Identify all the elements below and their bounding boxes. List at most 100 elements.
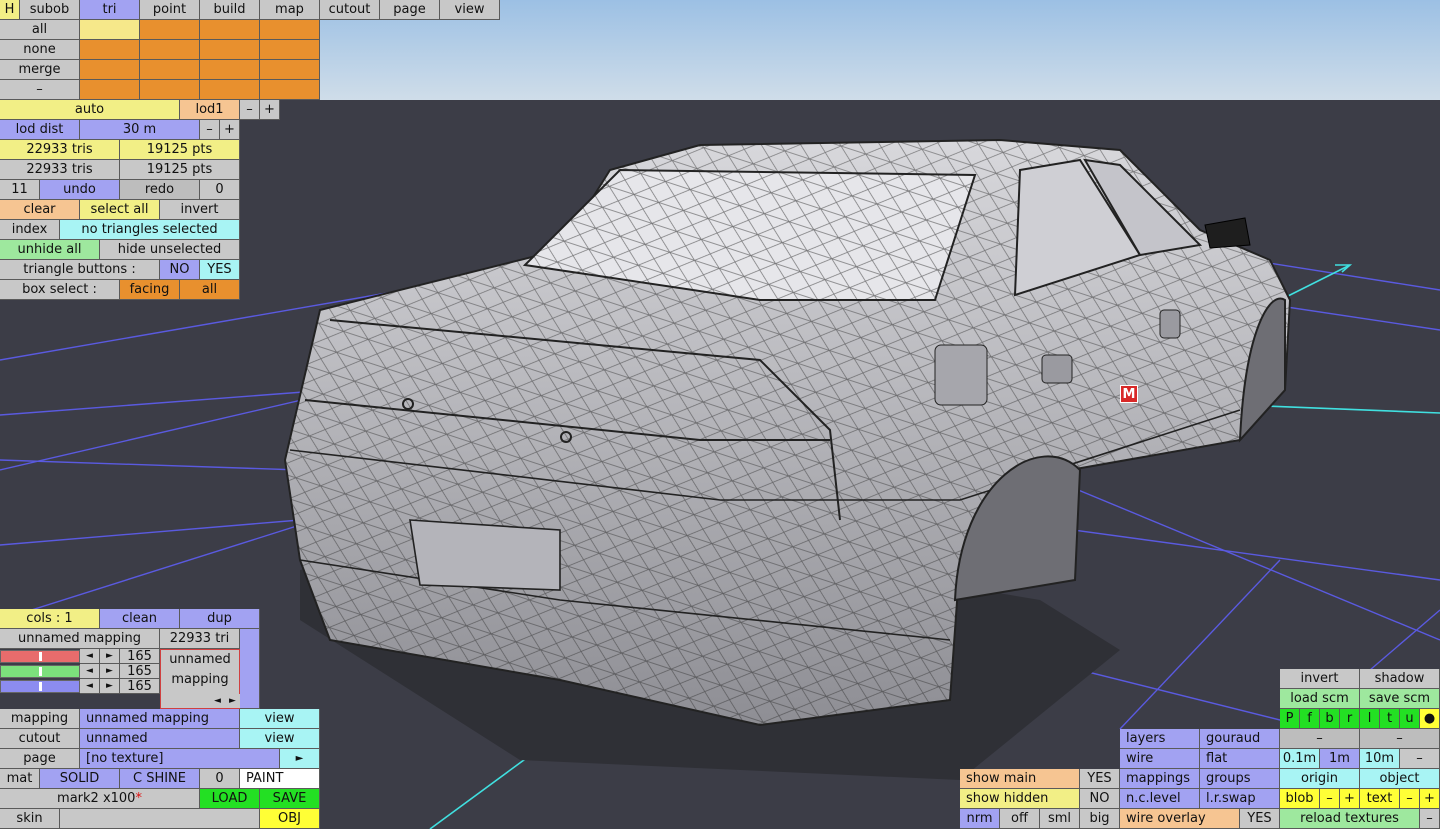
group-cell[interactable] (260, 40, 320, 60)
layers-button[interactable]: layers (1120, 729, 1200, 749)
box-select-all[interactable]: all (180, 280, 240, 300)
slider-knob[interactable] (39, 667, 42, 676)
preview-right-arrow[interactable]: ► (225, 694, 240, 708)
normals-big[interactable]: big (1080, 809, 1120, 829)
index-button[interactable]: index (0, 220, 60, 240)
group-cell[interactable] (140, 40, 200, 60)
groups-button[interactable]: groups (1200, 769, 1280, 789)
load-button[interactable]: LOAD (200, 789, 260, 809)
mapping-value[interactable]: unnamed mapping (80, 709, 240, 729)
normals-off[interactable]: off (1000, 809, 1040, 829)
group-cell[interactable] (80, 60, 140, 80)
gouraud-button[interactable]: gouraud (1200, 729, 1280, 749)
lod-dist-plus[interactable]: + (220, 120, 240, 140)
c-shine-button[interactable]: C SHINE (120, 769, 200, 789)
scale-01m[interactable]: 0.1m (1280, 749, 1320, 769)
channel-right-arrow[interactable]: ► (100, 664, 120, 679)
wire-overlay-label[interactable]: wire overlay (1120, 809, 1240, 829)
preview-left-arrow[interactable]: ◄ (210, 694, 225, 708)
view-dash-2[interactable]: – (1360, 729, 1440, 749)
mappings-button[interactable]: mappings (1120, 769, 1200, 789)
triangle-buttons-no[interactable]: NO (160, 260, 200, 280)
lod-dist-minus[interactable]: – (200, 120, 220, 140)
lod-auto-button[interactable]: auto (0, 100, 180, 120)
view-invert-button[interactable]: invert (1280, 669, 1360, 689)
channel-right-arrow[interactable]: ► (100, 649, 120, 664)
blob-plus[interactable]: + (1340, 789, 1360, 809)
lod-dist-value[interactable]: 30 m (80, 120, 200, 140)
nc-level-button[interactable]: n.c.level (1120, 789, 1200, 809)
cutout-value[interactable]: unnamed (80, 729, 240, 749)
group-cell[interactable] (260, 80, 320, 100)
channel-value[interactable]: 165 (120, 679, 160, 694)
group-cell[interactable] (200, 40, 260, 60)
mapping-view-button[interactable]: view (240, 709, 320, 729)
obj-button[interactable]: OBJ (260, 809, 320, 829)
sel-dash-button[interactable]: – (0, 80, 80, 100)
normals-sml[interactable]: sml (1040, 809, 1080, 829)
show-main-label[interactable]: show main (960, 769, 1080, 789)
channel-value[interactable]: 165 (120, 664, 160, 679)
show-main-value[interactable]: YES (1080, 769, 1120, 789)
reload-textures-button[interactable]: reload textures (1280, 809, 1420, 829)
box-select-facing[interactable]: facing (120, 280, 180, 300)
view-toggle-r[interactable]: r (1340, 709, 1360, 729)
channel-value[interactable]: 165 (120, 649, 160, 664)
group-cell[interactable] (200, 80, 260, 100)
color-channel-slider[interactable] (0, 680, 80, 693)
hide-unselected-button[interactable]: hide unselected (100, 240, 240, 260)
blob-minus[interactable]: – (1320, 789, 1340, 809)
menu-page[interactable]: page (380, 0, 440, 20)
text-button[interactable]: text (1360, 789, 1400, 809)
menu-subob[interactable]: subob (20, 0, 80, 20)
group-cell[interactable] (200, 20, 260, 40)
wire-button[interactable]: wire (1120, 749, 1200, 769)
lod-minus-button[interactable]: – (240, 100, 260, 120)
group-cell[interactable] (260, 20, 320, 40)
shine-value[interactable]: 0 (200, 769, 240, 789)
view-toggle-t[interactable]: t (1380, 709, 1400, 729)
lod1-button[interactable]: lod1 (180, 100, 240, 120)
view-toggle-f[interactable]: f (1300, 709, 1320, 729)
menu-h-button[interactable]: H (0, 0, 20, 20)
scale-1m[interactable]: 1m (1320, 749, 1360, 769)
channel-right-arrow[interactable]: ► (100, 679, 120, 694)
mapping-scroll[interactable] (240, 629, 260, 709)
wire-overlay-value[interactable]: YES (1240, 809, 1280, 829)
slider-knob[interactable] (39, 652, 42, 661)
skin-value[interactable] (60, 809, 260, 829)
scale-minus[interactable]: – (1400, 749, 1440, 769)
group-cell[interactable] (80, 20, 140, 40)
view-toggle-u[interactable]: u (1400, 709, 1420, 729)
page-arrow-button[interactable]: ► (280, 749, 320, 769)
cutout-view-button[interactable]: view (240, 729, 320, 749)
show-hidden-value[interactable]: NO (1080, 789, 1120, 809)
normals-nrm[interactable]: nrm (960, 809, 1000, 829)
marker-badge[interactable]: M (1120, 385, 1138, 403)
paint-button[interactable]: PAINT (240, 769, 320, 789)
flat-button[interactable]: flat (1200, 749, 1280, 769)
menu-build[interactable]: build (200, 0, 260, 20)
color-channel-slider[interactable] (0, 650, 80, 663)
view-dash-1[interactable]: – (1280, 729, 1360, 749)
load-scm-button[interactable]: load scm (1280, 689, 1360, 709)
sel-none-button[interactable]: none (0, 40, 80, 60)
menu-map[interactable]: map (260, 0, 320, 20)
sel-all-button[interactable]: all (0, 20, 80, 40)
sel-merge-button[interactable]: merge (0, 60, 80, 80)
clean-button[interactable]: clean (100, 609, 180, 629)
redo-button[interactable]: redo (120, 180, 200, 200)
menu-tri[interactable]: tri (80, 0, 140, 20)
save-button[interactable]: SAVE (260, 789, 320, 809)
shadow-button[interactable]: shadow (1360, 669, 1440, 689)
group-cell[interactable] (80, 80, 140, 100)
text-minus[interactable]: – (1400, 789, 1420, 809)
page-value[interactable]: [no texture] (80, 749, 280, 769)
scale-10m[interactable]: 10m (1360, 749, 1400, 769)
group-cell[interactable] (200, 60, 260, 80)
menu-view[interactable]: view (440, 0, 500, 20)
group-cell[interactable] (140, 80, 200, 100)
view-toggle-l[interactable]: l (1360, 709, 1380, 729)
slider-knob[interactable] (39, 682, 42, 691)
group-cell[interactable] (260, 60, 320, 80)
